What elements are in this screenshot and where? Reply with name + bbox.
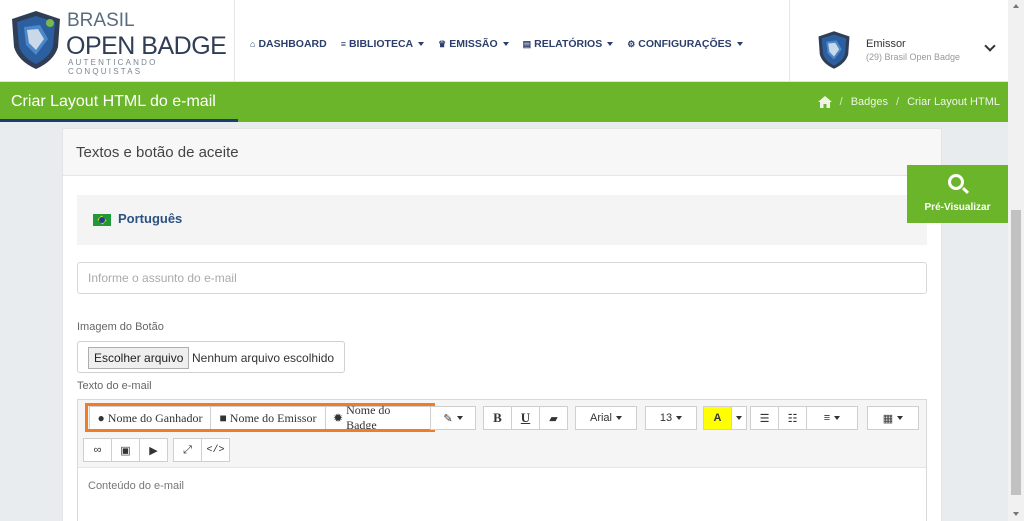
brand-line1: BRASIL xyxy=(67,10,135,31)
breadcrumb-separator: / xyxy=(896,96,900,108)
text-color-button[interactable]: A xyxy=(703,406,732,430)
style-group: ✎ xyxy=(430,406,476,430)
nav-biblioteca[interactable]: ≡ BIBLIOTECA xyxy=(340,38,425,50)
scroll-down-icon[interactable] xyxy=(1013,512,1019,516)
brazil-flag-icon xyxy=(93,214,111,226)
bold-button[interactable]: B xyxy=(483,406,512,430)
main-nav: ⌂ DASHBOARD ≡ BIBLIOTECA ♛ EMISSÃO ▤ REL… xyxy=(250,38,743,50)
email-layout-card: Textos e botão de aceite Português Image… xyxy=(62,128,942,521)
list-group: ☰ ☷ ≡ xyxy=(750,406,858,430)
underline-button[interactable]: U xyxy=(511,406,540,430)
user-org: (29) Brasil Open Badge xyxy=(866,52,961,62)
shield-logo-icon xyxy=(12,11,60,69)
trophy-icon: ♛ xyxy=(438,38,447,49)
scrollbar-thumb[interactable] xyxy=(1011,210,1021,495)
video-icon[interactable]: ▶ xyxy=(139,438,168,462)
nav-configuracoes[interactable]: ⚙ CONFIGURAÇÕES xyxy=(627,38,743,50)
home-icon: ⌂ xyxy=(250,39,256,49)
user-role: Emissor xyxy=(866,38,906,50)
nav-dashboard[interactable]: ⌂ DASHBOARD xyxy=(250,38,327,50)
user-avatar-icon xyxy=(818,31,850,69)
color-dropdown[interactable] xyxy=(731,406,747,430)
style-dropdown[interactable]: ✎ xyxy=(430,406,476,430)
email-content-area[interactable]: Conteúdo do e-mail xyxy=(88,480,184,492)
database-icon: ≡ xyxy=(340,39,346,49)
size-group: 13 xyxy=(645,406,697,430)
editor-toolbar: ● Nome do Ganhador ■ Nome do Emissor ✹ N… xyxy=(78,400,926,468)
user-menu[interactable]: Emissor (29) Brasil Open Badge xyxy=(789,0,1008,82)
title-underline xyxy=(0,119,238,122)
card-header: Textos e botão de aceite xyxy=(63,129,941,176)
table-dropdown[interactable]: ▦ xyxy=(867,406,919,430)
choose-file-button[interactable]: Escolher arquivo xyxy=(88,347,190,369)
unordered-list-icon[interactable]: ☰ xyxy=(750,406,779,430)
font-group: Arial xyxy=(575,406,637,430)
link-icon[interactable]: ∞ xyxy=(83,438,112,462)
code-view-icon[interactable]: </> xyxy=(201,438,230,462)
picture-icon[interactable]: ▣ xyxy=(111,438,140,462)
page-title: Criar Layout HTML do e-mail xyxy=(11,93,216,110)
eraser-icon[interactable]: ▰ xyxy=(539,406,568,430)
file-input[interactable]: Escolher arquivo Nenhum arquivo escolhid… xyxy=(77,341,345,373)
font-size-dropdown[interactable]: 13 xyxy=(645,406,697,430)
align-dropdown[interactable]: ≡ xyxy=(806,406,858,430)
gears-icon: ⚙ xyxy=(627,38,636,49)
caret-down-icon xyxy=(736,42,743,46)
language-section[interactable]: Português xyxy=(77,195,927,245)
card-heading: Textos e botão de aceite xyxy=(76,144,239,161)
brand-line2: OPEN BADGE xyxy=(66,32,227,60)
table-group: ▦ xyxy=(867,406,919,430)
page-title-bar: Criar Layout HTML do e-mail / Badges / C… xyxy=(0,82,1008,122)
nav-emissao[interactable]: ♛ EMISSÃO xyxy=(438,38,509,50)
rich-text-editor: ● Nome do Ganhador ■ Nome do Emissor ✹ N… xyxy=(77,399,927,521)
breadcrumb-current: Criar Layout HTML xyxy=(907,96,1000,108)
breadcrumb-separator: / xyxy=(839,96,843,108)
preview-button[interactable]: Pré-Visualizar xyxy=(907,165,1008,223)
table-icon: ▦ xyxy=(882,412,894,425)
preview-label: Pré-Visualizar xyxy=(924,202,991,213)
insert-group: ∞ ▣ ▶ xyxy=(83,438,168,462)
breadcrumb-badges[interactable]: Badges xyxy=(851,96,888,108)
nav-label: RELATÓRIOS xyxy=(534,38,603,50)
top-header: BRASIL OPEN BADGE AUTENTICANDO CONQUISTA… xyxy=(0,0,1008,82)
email-text-label: Texto do e-mail xyxy=(77,380,152,392)
magic-wand-icon: ✎ xyxy=(443,412,453,425)
language-name: Português xyxy=(118,211,183,226)
file-status: Nenhum arquivo escolhido xyxy=(192,351,335,365)
fullscreen-icon[interactable]: ⤢ xyxy=(173,438,202,462)
color-group: A xyxy=(703,406,747,430)
button-image-label: Imagem do Botão xyxy=(77,321,164,333)
book-icon: ▤ xyxy=(522,38,532,49)
font-family-value: Arial xyxy=(589,412,612,424)
scroll-up-icon[interactable] xyxy=(1013,4,1019,8)
nav-label: EMISSÃO xyxy=(449,38,498,50)
font-size-value: 13 xyxy=(659,412,673,424)
brand-logo[interactable]: BRASIL OPEN BADGE AUTENTICANDO CONQUISTA… xyxy=(0,0,235,82)
caret-down-icon xyxy=(502,42,509,46)
search-icon xyxy=(948,174,964,190)
subject-input[interactable] xyxy=(77,262,927,294)
nav-relatorios[interactable]: ▤ RELATÓRIOS xyxy=(523,38,614,50)
format-group: B U ▰ xyxy=(483,406,568,430)
breadcrumb: / Badges / Criar Layout HTML xyxy=(817,96,1000,108)
view-group: ⤢ </> xyxy=(173,438,230,462)
align-icon: ≡ xyxy=(823,412,831,424)
ordered-list-icon[interactable]: ☷ xyxy=(778,406,807,430)
vertical-scrollbar[interactable] xyxy=(1008,0,1024,521)
chevron-down-icon[interactable] xyxy=(984,40,996,52)
nav-label: BIBLIOTECA xyxy=(348,38,414,50)
home-icon[interactable] xyxy=(817,96,832,108)
caret-down-icon xyxy=(607,42,614,46)
font-family-dropdown[interactable]: Arial xyxy=(575,406,637,430)
caret-down-icon xyxy=(418,42,425,46)
brand-tagline: AUTENTICANDO CONQUISTAS xyxy=(68,58,158,76)
highlight-box xyxy=(85,403,435,432)
nav-label: CONFIGURAÇÕES xyxy=(638,38,732,50)
nav-label: DASHBOARD xyxy=(258,38,327,50)
